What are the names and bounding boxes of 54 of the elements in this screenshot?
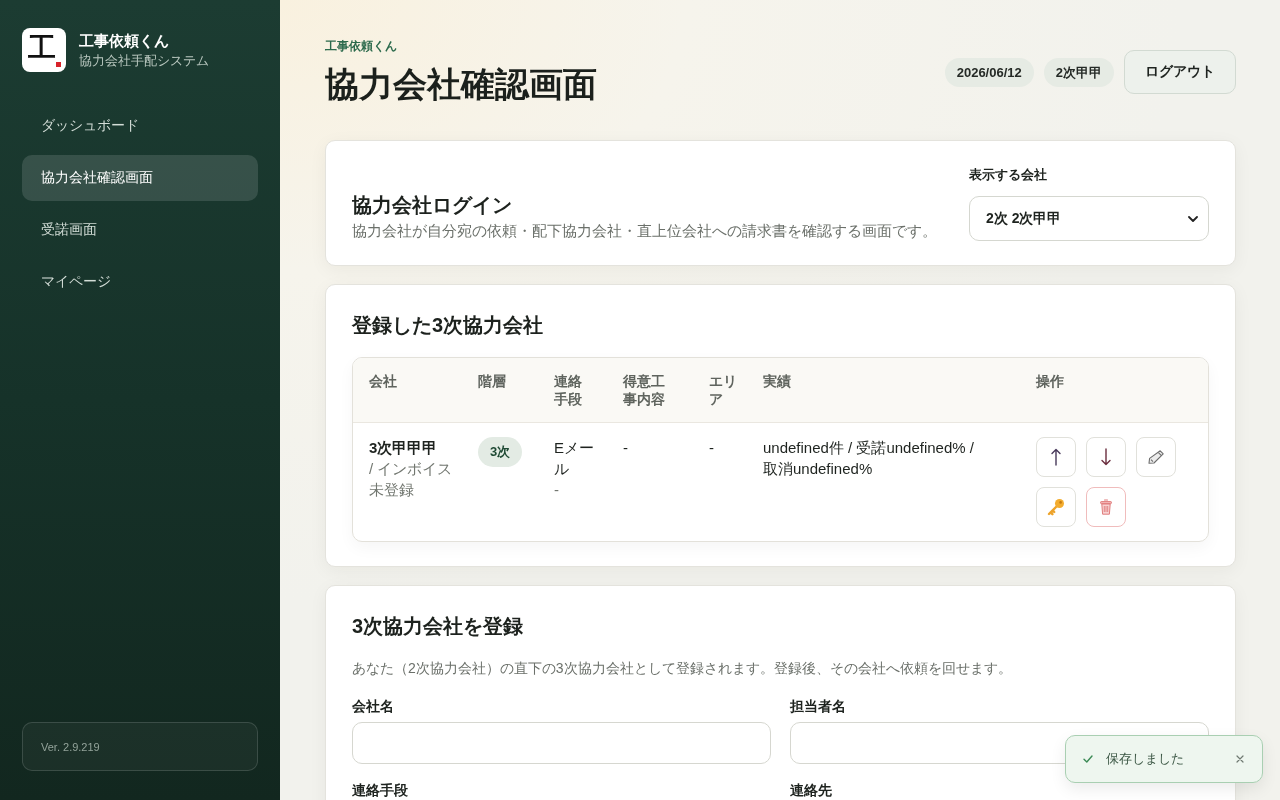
contact-value: - xyxy=(554,480,559,500)
check-icon xyxy=(1083,755,1093,763)
company-select[interactable]: 2次 2次甲甲 xyxy=(969,196,1209,241)
nav-item[interactable]: マイページ xyxy=(22,259,258,305)
company-name: 3次甲甲甲 xyxy=(369,438,438,458)
app-subtitle: 協力会社手配システム xyxy=(79,53,209,69)
version-box: Ver. 2.9.219 xyxy=(22,722,258,771)
trash-icon xyxy=(1100,499,1112,515)
column-header: 連絡手段 xyxy=(554,373,582,407)
arrow-up-icon xyxy=(1051,448,1061,466)
field-label: 連絡先 xyxy=(790,781,833,800)
app-name: 工事依頼くん xyxy=(79,31,170,50)
card-title: 3次協力会社を登録 xyxy=(352,614,525,639)
date-badge: 2026/06/12 xyxy=(944,57,1034,87)
area-text: - xyxy=(709,438,714,458)
page-title: 協力会社確認画面 xyxy=(325,64,597,105)
card-title: 登録した3次協力会社 xyxy=(352,313,545,338)
delete-button[interactable] xyxy=(1086,487,1126,527)
move-down-button[interactable] xyxy=(1086,437,1126,477)
edit-button[interactable] xyxy=(1136,437,1176,477)
column-header: 得意工事内容 xyxy=(623,373,665,407)
logo-mark: 工 xyxy=(28,33,56,63)
record-text: undefined件 / 受諾undefined% / 取消undefined% xyxy=(763,438,975,479)
user-badge: 2次甲甲 xyxy=(1043,57,1114,87)
invoice-status: / インボイス未登録 xyxy=(369,459,454,500)
tier-badge: 3次 xyxy=(478,437,523,467)
nav-item[interactable]: ダッシュボード xyxy=(22,103,258,149)
close-icon xyxy=(1236,755,1244,763)
specialty-text: - xyxy=(623,438,628,458)
column-header: 階層 xyxy=(478,373,506,389)
nav-item[interactable]: 協力会社確認画面 xyxy=(22,155,258,201)
field-label: 会社名 xyxy=(352,697,395,716)
logout-button[interactable]: ログアウト xyxy=(1124,50,1236,94)
select-label: 表示する会社 xyxy=(969,167,1048,183)
field-label: 担当者名 xyxy=(790,697,847,716)
card-description: 協力会社が自分宛の依頼・配下協力会社・直上位会社への請求書を確認する画面です。 xyxy=(352,222,937,241)
contact-method: Eメール xyxy=(554,438,595,479)
column-header: 操作 xyxy=(1036,373,1064,389)
card-title: 協力会社ログイン xyxy=(352,193,513,218)
card-description: あなた（2次協力会社）の直下の3次協力会社として登録されます。登録後、その会社へ依頼を回せます。 xyxy=(352,659,1013,678)
arrow-down-icon xyxy=(1101,448,1111,466)
key-button[interactable] xyxy=(1036,487,1076,527)
move-up-button[interactable] xyxy=(1036,437,1076,477)
page-eyebrow: 工事依頼くん xyxy=(325,38,398,54)
input-field[interactable] xyxy=(352,722,771,764)
pencil-icon xyxy=(1148,450,1164,464)
column-header: 実績 xyxy=(763,373,791,389)
key-icon xyxy=(1047,498,1065,516)
toast-message: 保存しました xyxy=(1106,750,1185,768)
column-header: エリア xyxy=(709,373,737,407)
column-header: 会社 xyxy=(369,373,397,389)
field-label: 連絡手段 xyxy=(352,781,409,800)
chevron-down-icon xyxy=(1188,215,1198,222)
nav-item[interactable]: 受諾画面 xyxy=(22,207,258,253)
